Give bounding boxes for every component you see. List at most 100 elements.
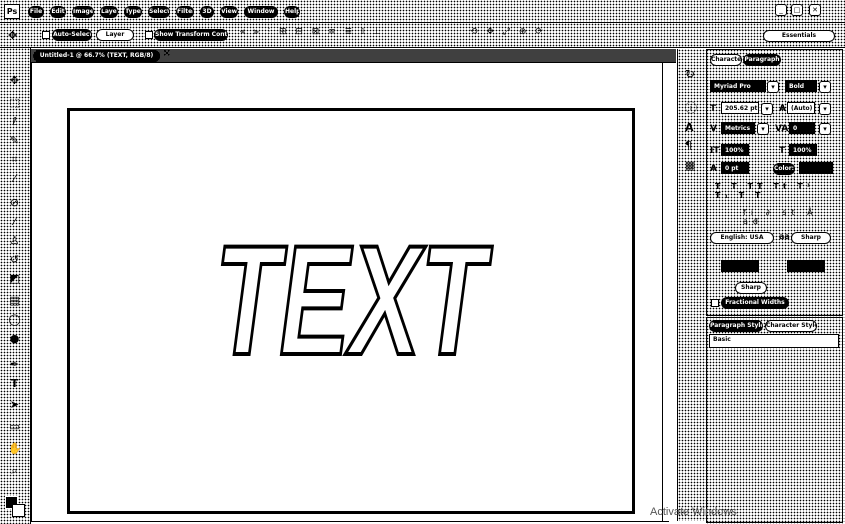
tracking-dropdown-icon[interactable]: ▾ <box>819 123 831 135</box>
move-tool-icon[interactable]: ✥ <box>8 74 21 87</box>
text-color-swatch[interactable] <box>799 162 833 174</box>
pen-tool-icon[interactable]: ✒ <box>8 358 21 371</box>
font-size-dropdown-icon[interactable]: ▾ <box>761 103 773 115</box>
3d-icons[interactable]: ⟲ ✥ ⤢ ⊕ ⟳ <box>470 27 590 41</box>
fractional-widths-label: Fractional Widths <box>721 297 789 309</box>
text-style-buttons[interactable]: T T TT Tt T¹ T₁ T T <box>715 182 837 200</box>
menu-item-filter[interactable]: Filter <box>176 6 194 18</box>
font-family-dropdown-icon[interactable]: ▾ <box>767 81 779 93</box>
window-controls: _ □ ✕ <box>775 4 837 17</box>
menu-item-3d[interactable]: 3D <box>200 6 214 18</box>
paragraph-panel-icon[interactable]: ¶ <box>685 139 692 152</box>
font-size-field[interactable]: 205.62 pt <box>721 102 759 114</box>
auto-select-label: Auto-Select <box>52 29 92 41</box>
vertical-scale-field[interactable]: 100% <box>721 144 749 156</box>
tab-paragraph[interactable]: Paragraph <box>743 54 781 66</box>
menu-item-file[interactable]: File <box>28 6 44 18</box>
lasso-tool-icon[interactable]: ℓ <box>8 115 21 128</box>
menu-item-select[interactable]: Select <box>148 6 170 18</box>
auto-select-dropdown[interactable]: Layer <box>96 29 134 41</box>
antialias-dropdown[interactable]: Sharp <box>791 232 831 244</box>
document-canvas[interactable]: TEXT <box>67 108 635 514</box>
menu-item-image[interactable]: Image <box>72 6 94 18</box>
minimize-icon[interactable]: _ <box>775 4 787 16</box>
close-icon[interactable]: ✕ <box>809 4 821 16</box>
document-tab-bar: Untitled-1 @ 66.7% (TEXT, RGB/8) ✕ <box>31 49 676 63</box>
font-family-field[interactable]: Myriad Pro <box>710 80 766 92</box>
clone-stamp-icon[interactable]: ♙ <box>8 234 21 247</box>
transform-controls-label: Show Transform Controls <box>154 29 228 41</box>
brush-tool-icon[interactable]: ⁄ <box>8 215 21 228</box>
baseline-shift-icon: A <box>710 164 717 174</box>
horizontal-scale-field[interactable]: 100% <box>789 144 817 156</box>
background-color-swatch[interactable] <box>12 504 25 517</box>
options-bar: ✥ Auto-Select Layer Show Transform Contr… <box>0 23 845 48</box>
zoom-tool-icon[interactable]: ⌕ <box>8 464 21 477</box>
activate-windows-watermark: Activate Windows <box>650 506 737 518</box>
panel-dock-strip: ↻ ⓘ A ¶ ▦ <box>677 49 707 521</box>
eraser-tool-icon[interactable]: ◩ <box>8 272 21 285</box>
styles-list-item[interactable]: Basic <box>713 336 731 343</box>
hand-tool-icon[interactable]: ✋ <box>8 442 22 455</box>
color-field-1[interactable] <box>721 260 759 272</box>
align-icons[interactable]: ⫷ ⫸ ⫶ ⊞ ⊟ ⊠ ≡ ≣ ⫾ ⊥ <box>240 27 440 41</box>
styles-panel: Paragraph Styles Character Styles Basic <box>706 317 843 523</box>
type-tool-icon[interactable]: T <box>8 377 21 390</box>
canvas-text-layer[interactable]: TEXT <box>70 111 632 511</box>
language-dropdown[interactable]: English: USA <box>710 232 774 244</box>
horizontal-scale-icon: T <box>779 146 786 156</box>
history-icon[interactable]: ↻ <box>685 67 695 81</box>
move-tool-icon[interactable]: ✥ <box>8 29 17 42</box>
menu-item-view[interactable]: View <box>220 6 238 18</box>
crop-tool-icon[interactable]: ⌗ <box>8 153 21 166</box>
font-size-icon: T <box>710 104 717 114</box>
kerning-dropdown-icon[interactable]: ▾ <box>757 123 769 135</box>
antialias-icon: aa <box>779 232 790 241</box>
opentype-buttons[interactable]: fi ∂ st Å ad <box>743 208 823 226</box>
marquee-tool-icon[interactable]: ⬚ <box>8 96 21 109</box>
auto-select-checkbox[interactable] <box>42 31 50 39</box>
character-panel-icon[interactable]: A <box>685 121 694 134</box>
canvas-area: TEXT <box>31 63 670 522</box>
gradient-tool-icon[interactable]: ▤ <box>8 294 21 307</box>
menu-item-edit[interactable]: Edit <box>50 6 66 18</box>
faux-option-dropdown[interactable]: Sharp <box>735 282 767 294</box>
color-label: Color: <box>773 163 795 175</box>
leading-dropdown-icon[interactable]: ▾ <box>819 103 831 115</box>
healing-brush-icon[interactable]: ⊘ <box>8 196 21 209</box>
transform-controls-checkbox[interactable] <box>145 31 153 39</box>
tab-character-styles[interactable]: Character Styles <box>765 320 817 332</box>
tracking-icon: VA <box>775 124 789 134</box>
close-tab-icon[interactable]: ✕ <box>163 49 171 59</box>
kerning-field[interactable]: Metrics <box>721 122 755 134</box>
menu-item-window[interactable]: Window <box>244 6 278 18</box>
tracking-field[interactable]: 0 <box>789 122 815 134</box>
vertical-scrollbar[interactable] <box>662 63 670 521</box>
menu-item-type[interactable]: Type <box>124 6 142 18</box>
font-style-field[interactable]: Bold <box>785 80 817 92</box>
workspace-switcher[interactable]: Essentials <box>763 30 835 42</box>
blur-tool-icon[interactable]: ◯ <box>8 313 21 326</box>
quick-select-tool-icon[interactable]: ✎ <box>8 134 21 147</box>
color-field-2[interactable] <box>787 260 825 272</box>
shape-tool-icon[interactable]: ▭ <box>8 420 21 433</box>
info-icon[interactable]: ⓘ <box>685 99 697 116</box>
document-tab[interactable]: Untitled-1 @ 66.7% (TEXT, RGB/8) <box>33 50 160 62</box>
eyedropper-tool-icon[interactable]: ⁄ <box>8 172 21 185</box>
path-select-tool-icon[interactable]: ➤ <box>8 398 21 411</box>
menu-item-layer[interactable]: Layer <box>100 6 118 18</box>
brush-preset-icon[interactable]: ▦ <box>685 159 695 172</box>
dodge-tool-icon[interactable]: ● <box>8 332 21 345</box>
baseline-shift-field[interactable]: 0 pt <box>721 162 749 174</box>
fractional-widths-checkbox[interactable] <box>711 299 719 307</box>
font-style-dropdown-icon[interactable]: ▾ <box>819 81 831 93</box>
menu-item-help[interactable]: Help <box>284 6 300 18</box>
right-panels: Character Paragraph Myriad Pro ▾ Bold ▾ … <box>706 49 845 524</box>
kerning-icon: V <box>710 124 717 134</box>
maximize-icon[interactable]: □ <box>791 4 803 16</box>
tab-character[interactable]: Character <box>710 54 742 66</box>
tab-paragraph-styles[interactable]: Paragraph Styles <box>709 320 763 332</box>
history-brush-icon[interactable]: ↺ <box>8 253 21 266</box>
menu-bar: Ps File Edit Image Layer Type Select Filter 3D V… <box>0 0 845 23</box>
leading-field[interactable]: (Auto) <box>787 102 815 114</box>
